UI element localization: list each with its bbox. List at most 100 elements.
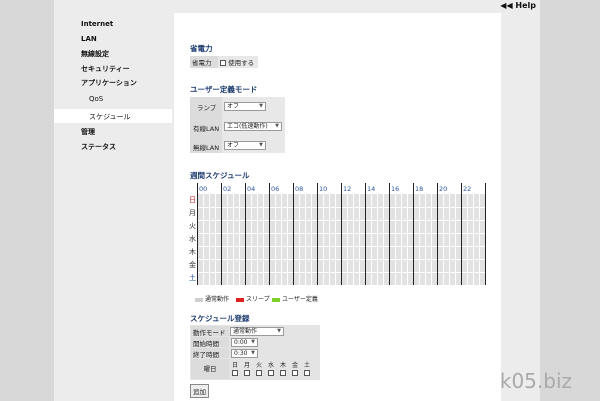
day-label: 水 [189, 235, 196, 243]
mode-select[interactable]: 通常動作 ▼ [230, 327, 284, 336]
sidebar-item-wireless[interactable]: 無線設定 [81, 49, 109, 59]
hour-label: 06 [271, 185, 280, 193]
legend-normal-swatch [195, 297, 203, 302]
weekday-checkbox[interactable] [232, 370, 238, 376]
legend-normal-label: 通常動作 [205, 296, 230, 303]
chevron-down-icon: ▼ [259, 142, 263, 148]
day-label: 木 [189, 248, 196, 256]
help-link[interactable]: ◀◀ Help [500, 1, 536, 10]
weekday-name: 土 [304, 362, 311, 369]
end-select[interactable]: 0:30 ▼ [231, 349, 258, 358]
hour-label: 18 [415, 185, 424, 193]
sidebar-item-qos[interactable]: QoS [89, 95, 103, 103]
top-bar [54, 0, 540, 11]
end-label: 終了時間 [191, 348, 229, 359]
legend-sleep-label: スリープ [246, 296, 270, 303]
weekday-label: 曜日 [191, 359, 229, 379]
weekday-checkbox[interactable] [292, 370, 298, 376]
wireless-lan-select-value: オフ [227, 142, 240, 149]
sidebar-item-schedule[interactable]: スケジュール [89, 112, 131, 122]
mode-select-value: 通常動作 [233, 328, 258, 335]
wired-lan-select-value: エコ(低速動作) [227, 123, 268, 130]
lamp-label: ランプ [197, 104, 217, 112]
hour-label: 22 [463, 185, 472, 193]
day-label: 金 [189, 261, 196, 269]
day-label: 土 [189, 274, 196, 282]
weekday-checkbox[interactable] [244, 370, 250, 376]
hour-divider [365, 183, 366, 285]
hour-divider [341, 183, 342, 285]
hour-divider [437, 183, 438, 285]
legend-sleep-swatch [236, 297, 244, 302]
power-row-label: 省電力 [190, 56, 218, 68]
lamp-select[interactable]: オフ ▼ [224, 102, 266, 111]
legend-normal: 通常動作 [195, 294, 229, 303]
wireless-lan-label: 無線LAN [193, 144, 220, 152]
weekday-name: 金 [292, 362, 299, 369]
hour-label: 04 [247, 185, 256, 193]
hour-divider [317, 183, 318, 285]
weekday-checkbox[interactable] [304, 370, 310, 376]
hour-label: 12 [343, 185, 352, 193]
hour-divider [245, 183, 246, 285]
power-checkbox-label: 使用する [228, 59, 255, 67]
weekly-title: 週間スケジュール [190, 171, 250, 180]
legend-sleep: スリープ [236, 294, 270, 303]
weekday-name: 火 [256, 362, 263, 369]
legend-user-swatch [272, 297, 280, 302]
hour-label: 02 [223, 185, 232, 193]
sidebar-item-status[interactable]: ステータス [81, 142, 116, 152]
sidebar-item-application[interactable]: アプリケーション [81, 78, 137, 88]
end-select-value: 0:30 [234, 350, 248, 357]
sidebar-item-internet[interactable]: Internet [81, 20, 113, 28]
start-select-value: 0:00 [234, 339, 248, 346]
wired-lan-select[interactable]: エコ(低速動作) ▼ [224, 122, 282, 131]
weekday-name: 日 [232, 362, 239, 369]
hour-divider [221, 183, 222, 285]
hour-divider [293, 183, 294, 285]
wireless-lan-select[interactable]: オフ ▼ [224, 141, 266, 150]
start-select[interactable]: 0:00 ▼ [231, 338, 258, 347]
weekday-name: 木 [280, 362, 287, 369]
help-label: Help [515, 1, 536, 10]
sidebar-item-security[interactable]: セキュリティー [81, 64, 130, 74]
day-label: 日 [189, 196, 196, 204]
user-mode-title: ユーザー定義モード [190, 85, 258, 94]
weekday-checkbox[interactable] [280, 370, 286, 376]
hour-label: 16 [391, 185, 400, 193]
register-title: スケジュール登録 [190, 314, 250, 323]
weekday-checkbox[interactable] [256, 370, 262, 376]
weekday-name: 月 [244, 362, 251, 369]
chevron-down-icon: ▼ [251, 339, 255, 345]
hour-divider [485, 183, 486, 285]
watermark: k05.biz [499, 369, 572, 393]
chevron-down-icon: ▼ [275, 123, 279, 129]
double-left-arrow-icon: ◀◀ [500, 1, 513, 10]
power-title: 省電力 [190, 44, 213, 53]
chevron-down-icon: ▼ [277, 328, 281, 334]
sidebar-item-lan[interactable]: LAN [81, 35, 97, 43]
chevron-down-icon: ▼ [251, 350, 255, 356]
chevron-down-icon: ▼ [259, 103, 263, 109]
hour-label: 20 [439, 185, 448, 193]
weekday-checkbox[interactable] [268, 370, 274, 376]
sidebar-item-admin[interactable]: 管理 [81, 127, 95, 137]
sidebar: Internet LAN 無線設定 セキュリティー アプリケーション QoS ス… [54, 11, 172, 401]
start-label: 開始時間 [191, 337, 229, 348]
mode-label: 動作モード [191, 326, 229, 337]
hour-divider [461, 183, 462, 285]
day-label: 月 [189, 209, 196, 217]
add-button[interactable]: 追加 [190, 384, 209, 398]
hour-label: 00 [199, 185, 208, 193]
power-checkbox-cell: 使用する [218, 56, 258, 68]
hour-divider [413, 183, 414, 285]
lamp-select-value: オフ [227, 103, 240, 110]
hour-divider [197, 183, 198, 285]
hour-label: 10 [319, 185, 328, 193]
legend-user: ユーザー定義 [272, 294, 318, 303]
hour-divider [269, 183, 270, 285]
weekday-name: 水 [268, 362, 275, 369]
hour-label: 08 [295, 185, 304, 193]
day-label: 火 [189, 222, 196, 230]
power-checkbox[interactable] [220, 60, 226, 66]
